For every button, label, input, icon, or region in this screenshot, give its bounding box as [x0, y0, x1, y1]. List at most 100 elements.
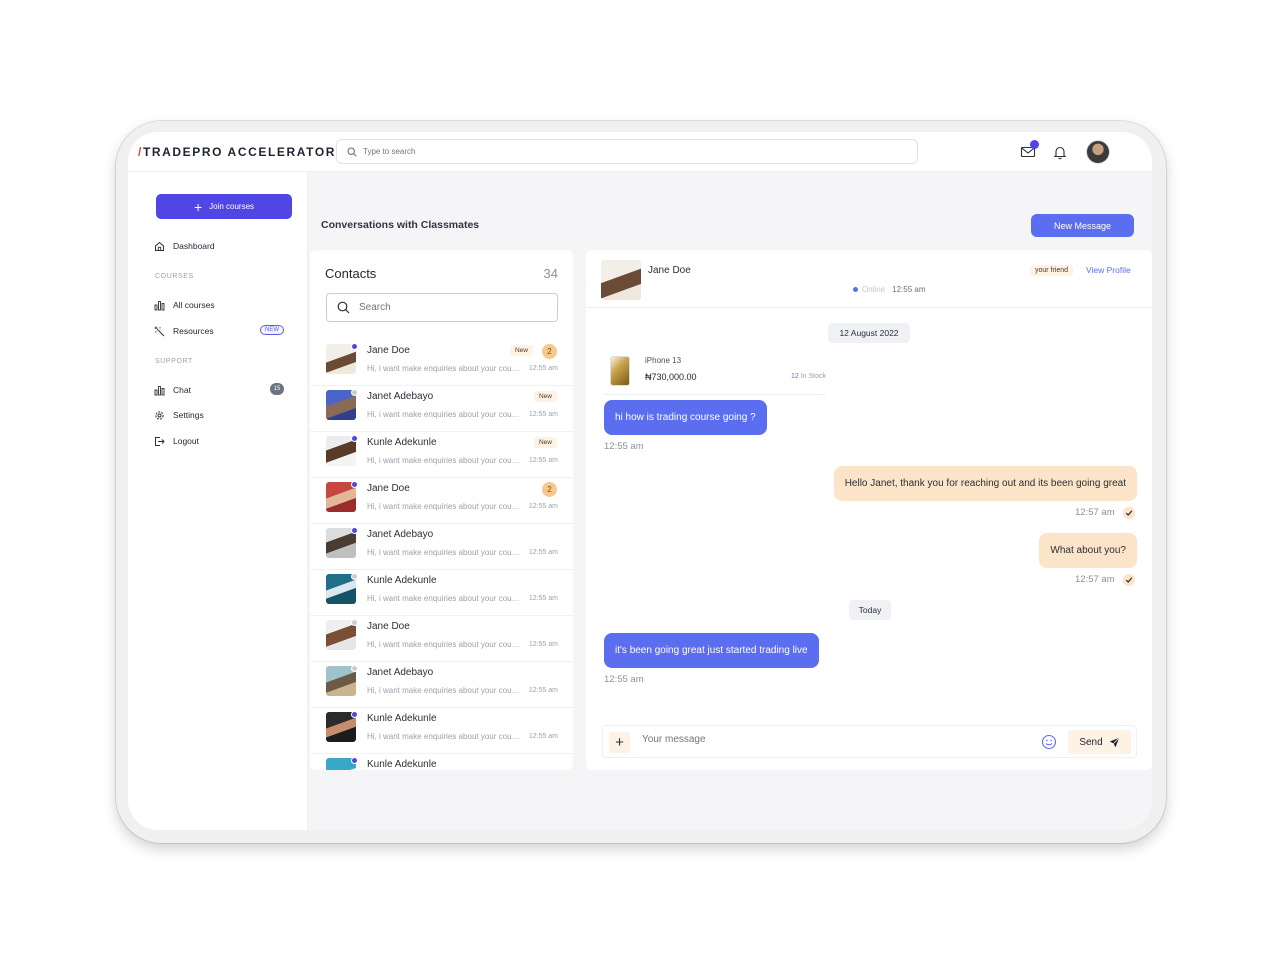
support-section-title: SUPPORT — [155, 358, 193, 365]
join-courses-button[interactable]: + Join courses — [156, 194, 292, 219]
mail-notification-dot — [1030, 140, 1039, 149]
message-time: 12:55 am — [528, 595, 558, 602]
sidebar-item-label: Logout — [173, 436, 199, 446]
contact-row[interactable]: Kunle Adekunle Hi, i want make enquiries… — [310, 570, 573, 616]
view-profile-link[interactable]: View Profile — [1086, 265, 1131, 275]
contact-name: Janet Adebayo — [367, 529, 434, 540]
sidebar-item-logout[interactable]: Logout — [154, 434, 284, 448]
chat-count-badge: 15 — [270, 383, 284, 395]
online-indicator — [351, 619, 358, 626]
avatar — [601, 260, 641, 300]
product-name: iPhone 13 — [645, 356, 682, 365]
sidebar-item-all-courses[interactable]: All courses — [154, 298, 284, 312]
contact-name: Jane Doe — [367, 345, 410, 356]
message-input[interactable] — [642, 734, 1022, 745]
stock-count: 12 — [790, 373, 799, 380]
sidebar-item-label: Settings — [173, 410, 204, 420]
message-time: 12:55 am — [604, 441, 644, 452]
product-card[interactable]: iPhone 13 ₦730,000.00 12 In Stock — [604, 349, 826, 395]
contact-search[interactable] — [326, 293, 558, 322]
main-content: Conversations with Classmates New Messag… — [308, 172, 1152, 830]
contact-row[interactable]: Jane Doe Hi, i want make enquiries about… — [310, 616, 573, 662]
app-logo[interactable]: /TRADEPRO ACCELERATOR — [138, 145, 336, 159]
message-preview: Hi, i want make enquiries about your cou… — [367, 640, 522, 649]
contact-name: Janet Adebayo — [367, 667, 434, 678]
sidebar-item-resources[interactable]: Resources NEW — [154, 324, 284, 338]
online-indicator — [351, 527, 358, 534]
message-time: 12:55 am — [528, 365, 558, 372]
sidebar-item-settings[interactable]: Settings — [154, 408, 284, 422]
contact-name: Kunle Adekunle — [367, 713, 437, 724]
chat-contact-name: Jane Doe — [648, 265, 691, 276]
product-stock: 12 In Stock — [791, 373, 826, 380]
online-indicator — [351, 711, 358, 718]
online-indicator — [351, 481, 358, 488]
sidebar-item-label: Resources — [173, 326, 214, 336]
status-time: 12:55 am — [892, 285, 926, 294]
date-divider: 12 August 2022 — [828, 323, 910, 343]
mail-button[interactable] — [1020, 140, 1039, 160]
message-preview: Hi, i want make enquiries about your cou… — [367, 364, 522, 373]
message-time: 12:55 am — [604, 674, 644, 685]
stock-label: In Stock — [800, 373, 826, 380]
online-indicator — [351, 757, 358, 764]
contact-row[interactable]: Jane Doe 2 Hi, i want make enquiries abo… — [310, 478, 573, 524]
top-bar: /TRADEPRO ACCELERATOR — [128, 132, 1152, 172]
message-preview: Hi, i want make enquiries about your cou… — [367, 594, 522, 603]
message-preview: Hi, i want make enquiries about your cou… — [367, 410, 522, 419]
message-time: 12:55 am — [528, 733, 558, 740]
contacts-count: 34 — [543, 266, 558, 281]
message-preview: Hi, i want make enquiries about your cou… — [367, 548, 522, 557]
contact-row[interactable]: Janet Adebayo Hi, i want make enquiries … — [310, 662, 573, 708]
attach-button[interactable]: + — [609, 732, 630, 753]
message-time: 12:55 am — [528, 457, 558, 464]
gear-icon — [155, 410, 164, 420]
contact-name: Kunle Adekunle — [367, 759, 437, 770]
notifications-button[interactable] — [1052, 144, 1068, 160]
logo-text: TRADEPRO ACCELERATOR — [142, 145, 337, 159]
global-search-input[interactable] — [363, 147, 883, 156]
message-time: 12:55 am — [528, 549, 558, 556]
contact-row[interactable]: Janet Adebayo Hi, i want make enquiries … — [310, 524, 573, 570]
contacts-panel: Contacts 34 Jane Doe New 2 Hi, i want ma… — [310, 250, 573, 770]
plus-icon: + — [193, 198, 203, 215]
search-icon — [337, 301, 350, 314]
unread-count: 2 — [542, 344, 557, 359]
online-indicator — [351, 343, 358, 350]
message-bubble-outgoing: What about you? — [1039, 533, 1137, 568]
contact-row[interactable]: Kunle Adekunle Hi, i want make enquiries… — [310, 708, 573, 754]
smile-icon[interactable] — [1041, 734, 1057, 750]
friend-badge: your friend — [1030, 265, 1074, 276]
message-composer: + Send — [602, 725, 1137, 758]
message-preview: Hi, i want make enquiries about your cou… — [367, 456, 522, 465]
sidebar-item-dashboard[interactable]: Dashboard — [154, 239, 284, 253]
contact-row[interactable]: Kunle Adekunle New Hi, i want make enqui… — [310, 432, 573, 478]
product-price: ₦730,000.00 — [645, 372, 697, 382]
contact-search-input[interactable] — [359, 302, 549, 313]
send-icon — [1109, 737, 1120, 747]
contact-row[interactable]: Jane Doe New 2 Hi, i want make enquiries… — [310, 340, 573, 386]
sidebar-item-chat[interactable]: Chat 15 — [154, 383, 284, 397]
contact-row[interactable]: Janet Adebayo New Hi, i want make enquir… — [310, 386, 573, 432]
contact-name: Janet Adebayo — [367, 391, 434, 402]
home-icon — [155, 241, 164, 251]
sidebar: + Join courses Dashboard COURSES All cour… — [128, 172, 308, 830]
new-badge: New — [533, 437, 557, 448]
magic-wand-icon — [154, 326, 165, 336]
contact-row[interactable]: Kunle Adekunle — [310, 754, 573, 770]
read-check-icon — [1123, 507, 1135, 519]
courses-section-title: COURSES — [155, 273, 194, 280]
page-title: Conversations with Classmates — [321, 219, 480, 231]
online-status: Online 12:55 am — [853, 285, 925, 294]
send-button[interactable]: Send — [1068, 730, 1131, 754]
app-screen: /TRADEPRO ACCELERATOR + Join courses Dash… — [128, 132, 1152, 830]
message-time: 12:55 am — [528, 641, 558, 648]
online-indicator — [351, 435, 358, 442]
user-avatar[interactable] — [1086, 140, 1110, 164]
message-bubble-outgoing: Hello Janet, thank you for reaching out … — [833, 466, 1137, 501]
sidebar-item-label: Chat — [173, 385, 191, 395]
global-search[interactable] — [336, 139, 918, 164]
new-badge: New — [533, 391, 557, 402]
contact-name: Jane Doe — [367, 621, 410, 632]
new-message-button[interactable]: New Message — [1031, 214, 1134, 237]
